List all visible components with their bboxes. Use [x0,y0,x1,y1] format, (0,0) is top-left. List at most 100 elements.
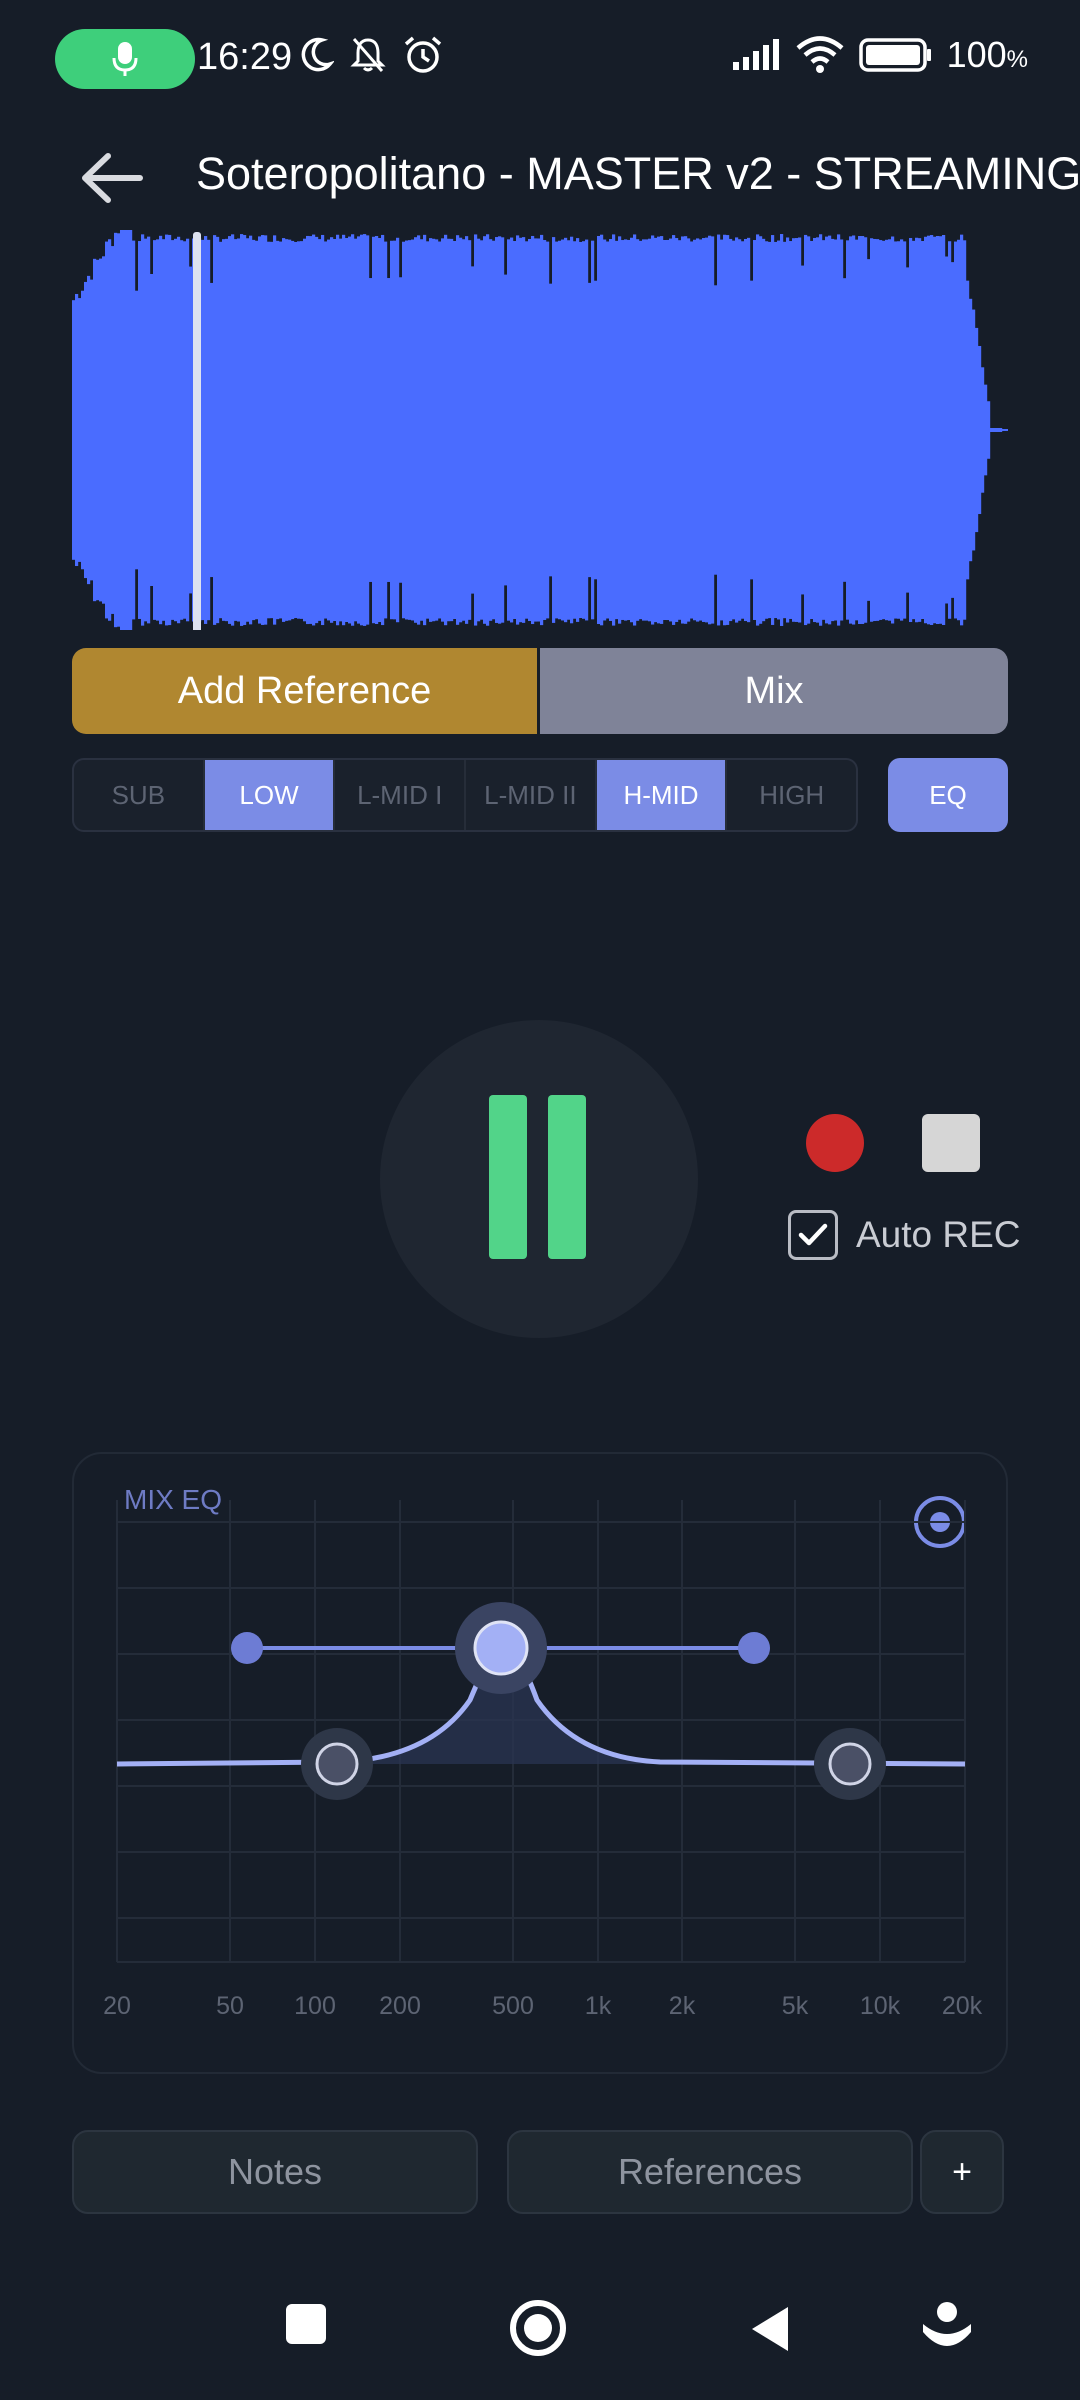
waveform-bar [759,236,763,624]
record-button[interactable] [806,1114,864,1172]
waveform-bar [390,240,394,620]
waveform-bar [915,237,919,623]
home-nav-icon[interactable] [508,2298,568,2358]
waveform-bar [675,238,679,622]
signal-icon [732,39,779,70]
eq-toggle-button[interactable]: EQ [888,758,1008,832]
waveform-bar [930,235,934,625]
waveform-bar [435,239,439,621]
waveform-bar [861,236,865,624]
band-low[interactable]: LOW [204,760,336,830]
waveform-bar [735,237,739,623]
waveform-bar [102,256,106,604]
waveform-bar [474,234,478,626]
waveform-bar [561,239,565,621]
waveform-bar [231,234,235,626]
eq-q-handle-right[interactable] [738,1632,770,1664]
waveform-bar [498,236,502,624]
waveform-bar [600,234,604,626]
waveform-bar [264,235,268,625]
playhead[interactable] [193,232,201,630]
freq-label-10k: 10k [859,1992,901,2020]
waveform-bar [717,234,721,626]
waveform-bar [546,241,550,619]
waveform-bar [540,234,544,626]
waveform-bar [870,238,874,622]
freq-label-500: 500 [492,1992,534,2020]
battery-percentage: 100% [946,34,1028,75]
waveform-bar [747,237,751,623]
waveform-display[interactable] [72,230,1008,630]
auto-rec-toggle[interactable]: Auto REC [788,1210,1021,1260]
add-reference-button[interactable]: Add Reference [72,648,537,734]
waveform-bar [453,240,457,620]
waveform-bar [156,239,160,621]
waveform-bar [414,237,418,623]
waveform-bar [366,235,370,625]
waveform-bar [204,236,208,624]
waveform-bar [159,235,163,625]
waveform-bar [489,239,493,621]
waveform-bar [423,234,427,626]
eq-band-node-low[interactable] [315,1742,359,1786]
mic-active-indicator[interactable] [55,29,195,89]
eq-band-node-high[interactable] [828,1742,872,1786]
band-h-mid[interactable]: H-MID [596,760,728,830]
waveform-bar [168,234,172,626]
waveform-bar [312,234,316,626]
back-button[interactable] [80,148,152,208]
waveform-bar [825,236,829,624]
waveform-bar [342,234,346,626]
waveform-bar [333,238,337,622]
waveform-bar [948,241,952,619]
waveform-bar [585,239,589,621]
waveform-bar [81,290,85,570]
waveform-bar [402,241,406,619]
recents-nav-icon[interactable] [282,2300,330,2348]
waveform-bar [228,236,232,624]
waveform-bar [726,235,730,625]
waveform-bar [801,265,805,595]
waveform-bar [636,239,640,621]
stop-button[interactable] [922,1114,980,1172]
band-sub[interactable]: SUB [74,760,205,830]
waveform-bar [417,235,421,625]
waveform-bar [981,367,985,493]
waveform-bar [780,234,784,626]
waveform-bar [804,234,808,626]
waveform-bar [795,238,799,622]
waveform-bar [837,234,841,626]
waveform-bar [396,237,400,623]
waveform-bar [315,236,319,624]
waveform-bar [615,240,619,620]
auto-rec-checkbox[interactable] [788,1210,838,1260]
waveform-bar [783,241,787,619]
waveform-bar [810,240,814,620]
waveform-bar [936,235,940,625]
references-button[interactable]: References [507,2130,913,2214]
waveform-bar [927,235,931,625]
waveform-bar [609,239,613,621]
waveform-bar [252,239,256,621]
waveform-bar [873,238,877,622]
waveform-bar [507,239,511,621]
band-high[interactable]: HIGH [727,760,856,830]
band-l-mid-2[interactable]: L-MID II [466,760,597,830]
waveform-bar [966,280,970,580]
eq-q-handle-left[interactable] [231,1632,263,1664]
eq-band-node-hmid[interactable] [473,1620,529,1676]
pause-button[interactable] [380,1020,698,1338]
mix-button[interactable]: Mix [537,648,1008,734]
eq-graph[interactable] [100,1490,980,2030]
waveform-bar [573,241,577,619]
waveform-bar [603,239,607,621]
assistant-nav-icon[interactable] [920,2298,974,2354]
waveform-bar [201,239,205,621]
notes-button[interactable]: Notes [72,2130,478,2214]
add-button[interactable]: + [920,2130,1004,2214]
waveform-tail [990,429,1008,431]
band-l-mid-1[interactable]: L-MID I [335,760,467,830]
back-nav-icon[interactable] [748,2304,792,2354]
waveform-bar [738,239,742,621]
waveform-bars [72,230,1008,630]
